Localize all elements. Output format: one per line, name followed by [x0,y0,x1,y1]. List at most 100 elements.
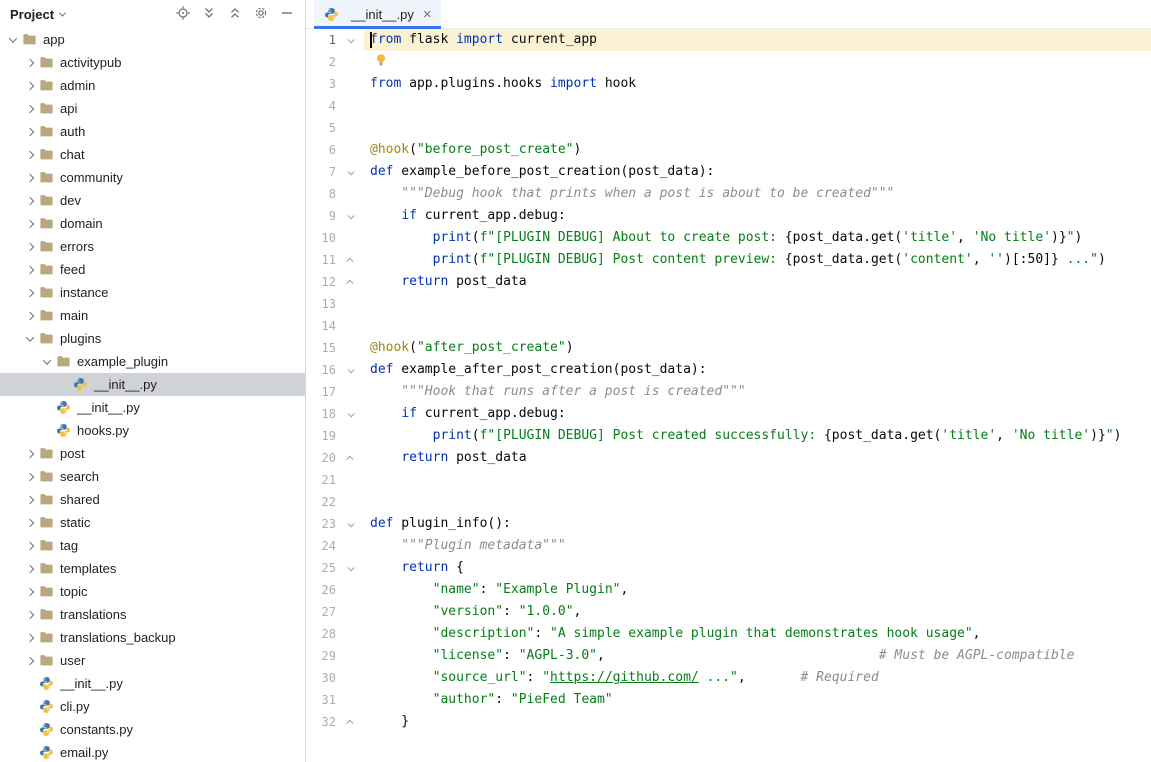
code-line-9[interactable]: 9 if current_app.debug: [306,205,1151,227]
code-line-16[interactable]: 16def example_after_post_creation(post_d… [306,359,1151,381]
tree-collapse-chevron-icon[interactable] [38,359,55,365]
tree-item-shared[interactable]: shared [0,488,305,511]
tree-item-init-py[interactable]: __init__.py [0,373,305,396]
code-line-4[interactable]: 4 [306,95,1151,117]
tree-expand-chevron-icon[interactable] [21,566,38,572]
tree-expand-chevron-icon[interactable] [21,520,38,526]
fold-region-end-icon[interactable] [336,711,364,733]
tree-item-user[interactable]: user [0,649,305,672]
code-line-26[interactable]: 26 "name": "Example Plugin", [306,579,1151,601]
tree-expand-chevron-icon[interactable] [21,635,38,641]
lightbulb-intention-icon[interactable] [375,53,387,75]
tree-expand-chevron-icon[interactable] [21,129,38,135]
code-line-23[interactable]: 23def plugin_info(): [306,513,1151,535]
fold-region-start-icon[interactable] [336,359,364,381]
code-line-27[interactable]: 27 "version": "1.0.0", [306,601,1151,623]
code-line-5[interactable]: 5 [306,117,1151,139]
code-line-25[interactable]: 25 return { [306,557,1151,579]
tree-expand-chevron-icon[interactable] [21,152,38,158]
fold-region-start-icon[interactable] [336,29,364,51]
tree-item-dev[interactable]: dev [0,189,305,212]
code-line-7[interactable]: 7def example_before_post_creation(post_d… [306,161,1151,183]
tree-expand-chevron-icon[interactable] [21,83,38,89]
tree-item-auth[interactable]: auth [0,120,305,143]
tree-expand-chevron-icon[interactable] [21,267,38,273]
fold-region-end-icon[interactable] [336,447,364,469]
tree-item-translations-backup[interactable]: translations_backup [0,626,305,649]
tree-item-app[interactable]: app [0,28,305,51]
code-line-15[interactable]: 15@hook("after_post_create") [306,337,1151,359]
code-line-28[interactable]: 28 "description": "A simple example plug… [306,623,1151,645]
tree-item-admin[interactable]: admin [0,74,305,97]
code-line-19[interactable]: 19 print(f"[PLUGIN DEBUG] Post created s… [306,425,1151,447]
code-line-6[interactable]: 6@hook("before_post_create") [306,139,1151,161]
code-line-20[interactable]: 20 return post_data [306,447,1151,469]
code-line-31[interactable]: 31 "author": "PieFed Team" [306,689,1151,711]
tree-expand-chevron-icon[interactable] [21,198,38,204]
tree-item-main[interactable]: main [0,304,305,327]
expand-all-button[interactable] [199,4,219,24]
tree-item-email-py[interactable]: email.py [0,741,305,762]
tree-expand-chevron-icon[interactable] [21,244,38,250]
tree-expand-chevron-icon[interactable] [21,106,38,112]
tree-expand-chevron-icon[interactable] [21,221,38,227]
code-line-29[interactable]: 29 "license": "AGPL-3.0", # Must be AGPL… [306,645,1151,667]
code-line-14[interactable]: 14 [306,315,1151,337]
tree-item-domain[interactable]: domain [0,212,305,235]
tree-expand-chevron-icon[interactable] [21,658,38,664]
tree-item-community[interactable]: community [0,166,305,189]
fold-region-end-icon[interactable] [336,271,364,293]
tree-item-translations[interactable]: translations [0,603,305,626]
tree-item-hooks-py[interactable]: hooks.py [0,419,305,442]
close-tab-icon[interactable]: × [423,7,432,22]
locate-file-button[interactable] [173,4,193,24]
code-line-3[interactable]: 3from app.plugins.hooks import hook [306,73,1151,95]
tree-collapse-chevron-icon[interactable] [21,336,38,342]
code-line-10[interactable]: 10 print(f"[PLUGIN DEBUG] About to creat… [306,227,1151,249]
tree-expand-chevron-icon[interactable] [21,313,38,319]
tree-expand-chevron-icon[interactable] [21,175,38,181]
code-line-13[interactable]: 13 [306,293,1151,315]
tree-expand-chevron-icon[interactable] [21,290,38,296]
tree-collapse-chevron-icon[interactable] [4,37,21,43]
fold-region-start-icon[interactable] [336,205,364,227]
tree-item-api[interactable]: api [0,97,305,120]
tree-item-templates[interactable]: templates [0,557,305,580]
tree-item-init-py[interactable]: __init__.py [0,396,305,419]
tree-item-chat[interactable]: chat [0,143,305,166]
tree-item-instance[interactable]: instance [0,281,305,304]
code-line-8[interactable]: 8 """Debug hook that prints when a post … [306,183,1151,205]
tree-expand-chevron-icon[interactable] [21,589,38,595]
fold-region-start-icon[interactable] [336,403,364,425]
tab-init-py[interactable]: __init__.py × [314,0,441,28]
tree-expand-chevron-icon[interactable] [21,60,38,66]
code-line-32[interactable]: 32 } [306,711,1151,733]
tree-expand-chevron-icon[interactable] [21,612,38,618]
code-line-22[interactable]: 22 [306,491,1151,513]
fold-region-start-icon[interactable] [336,161,364,183]
code-line-21[interactable]: 21 [306,469,1151,491]
tree-item-post[interactable]: post [0,442,305,465]
code-line-30[interactable]: 30 "source_url": "https://github.com/ ..… [306,667,1151,689]
tree-item-tag[interactable]: tag [0,534,305,557]
fold-region-start-icon[interactable] [336,513,364,535]
code-line-12[interactable]: 12 return post_data [306,271,1151,293]
code-line-1[interactable]: 1from flask import current_app [306,29,1151,51]
collapse-all-button[interactable] [225,4,245,24]
tree-item-plugins[interactable]: plugins [0,327,305,350]
fold-region-end-icon[interactable] [336,249,364,271]
tree-item-topic[interactable]: topic [0,580,305,603]
tree-item-feed[interactable]: feed [0,258,305,281]
tree-item-cli-py[interactable]: cli.py [0,695,305,718]
tree-item-activitypub[interactable]: activitypub [0,51,305,74]
tree-item-init-py[interactable]: __init__.py [0,672,305,695]
code-line-2[interactable]: 2 [306,51,1151,73]
tree-item-example-plugin[interactable]: example_plugin [0,350,305,373]
tree-item-constants-py[interactable]: constants.py [0,718,305,741]
tree-expand-chevron-icon[interactable] [21,497,38,503]
code-line-17[interactable]: 17 """Hook that runs after a post is cre… [306,381,1151,403]
tree-item-static[interactable]: static [0,511,305,534]
tree-expand-chevron-icon[interactable] [21,543,38,549]
code-line-11[interactable]: 11 print(f"[PLUGIN DEBUG] Post content p… [306,249,1151,271]
tree-item-search[interactable]: search [0,465,305,488]
